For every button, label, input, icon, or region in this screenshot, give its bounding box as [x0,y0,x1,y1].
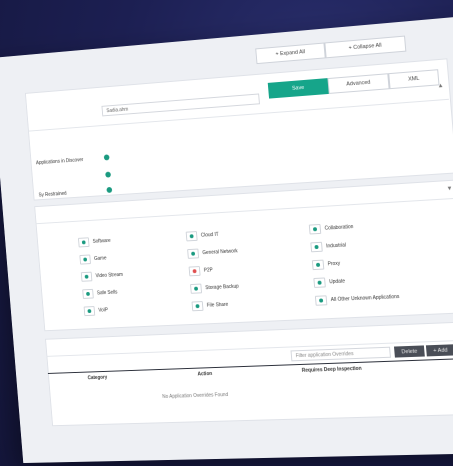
screen-scene: + Expand All + Collapse All Sadia.ahm Sa… [0,0,453,466]
app-toggle-chip[interactable] [80,271,93,282]
enabled-dot-icon [314,244,319,250]
add-button[interactable]: + Add [425,344,453,357]
enabled-dot-icon [312,227,318,232]
app-toggle-chip[interactable] [314,295,328,306]
app-item-proxy[interactable]: Proxy [311,259,341,271]
column-header-action[interactable]: Action [197,371,212,377]
enabled-dot-icon [83,257,88,262]
enabled-dot-icon [84,274,89,279]
app-toggle-chip[interactable] [187,248,200,259]
app-label: P2P [203,267,213,274]
app-item-software[interactable]: Software [77,236,111,248]
app-item-game[interactable]: Game [79,254,107,265]
app-toggle-chip[interactable] [83,306,96,317]
app-toggle-chip[interactable] [310,241,323,253]
enabled-dot-icon [317,280,322,285]
app-toggle-chip[interactable] [191,301,204,312]
app-item-safe-sells[interactable]: Safe Sells [82,288,118,299]
app-toggle-chip[interactable] [79,254,91,265]
enabled-dot-icon [191,251,196,256]
app-label: General Network [202,248,238,257]
chevron-down-icon[interactable]: ▼ [446,186,453,192]
app-toggle-chip[interactable] [313,277,326,288]
enabled-dot-icon [81,240,86,245]
app-label: Safe Sells [96,289,118,297]
app-label: Game [93,255,107,262]
enabled-dot-icon [189,234,194,239]
app-toggle-chip[interactable] [82,288,94,299]
app-label: VoIP [98,307,109,314]
app-label: Collaboration [324,224,354,232]
app-label: Industrial [325,242,347,250]
app-window: + Expand All + Collapse All Sadia.ahm Sa… [0,14,453,464]
app-label: Software [92,237,111,245]
app-item-update[interactable]: Update [313,276,346,288]
chevron-up-icon[interactable]: ▲ [437,83,444,90]
enabled-dot-icon [86,291,90,296]
app-label: Proxy [327,260,341,268]
app-item-industrial[interactable]: Industrial [310,240,347,253]
app-label: All Other Unknown Applications [330,293,400,304]
app-toggle-chip[interactable] [188,266,201,277]
enabled-dot-icon [87,309,92,314]
app-label: Video Stream [95,271,124,280]
app-label: Update [329,278,346,286]
enabled-dot-icon [194,286,199,291]
collapse-all-button[interactable]: + Collapse All [324,35,407,59]
column-header-category[interactable]: Category [87,375,107,381]
app-item-file-share[interactable]: File Share [191,300,229,312]
app-item-voip[interactable]: VoIP [83,305,109,317]
app-label: Storage Backup [205,283,240,292]
app-toggle-chip[interactable] [308,223,322,235]
app-label: File Share [206,301,229,309]
app-item-p2p[interactable]: P2P [188,265,214,277]
app-toggle-chip[interactable] [185,231,198,242]
app-item-cloud-it[interactable]: Cloud IT [185,230,219,242]
delete-button[interactable]: Delete [393,345,425,358]
app-toggle-chip[interactable] [311,259,325,271]
enabled-dot-icon [319,298,324,303]
app-label: Cloud IT [200,231,219,239]
app-toggle-chip[interactable] [190,283,203,294]
overrides-card [45,321,453,427]
enabled-dot-icon [195,304,200,309]
enabled-dot-icon [315,262,321,267]
app-toggle-chip[interactable] [77,237,90,248]
blocked-dot-icon [192,269,197,274]
expand-all-button[interactable]: + Expand All [255,42,326,65]
